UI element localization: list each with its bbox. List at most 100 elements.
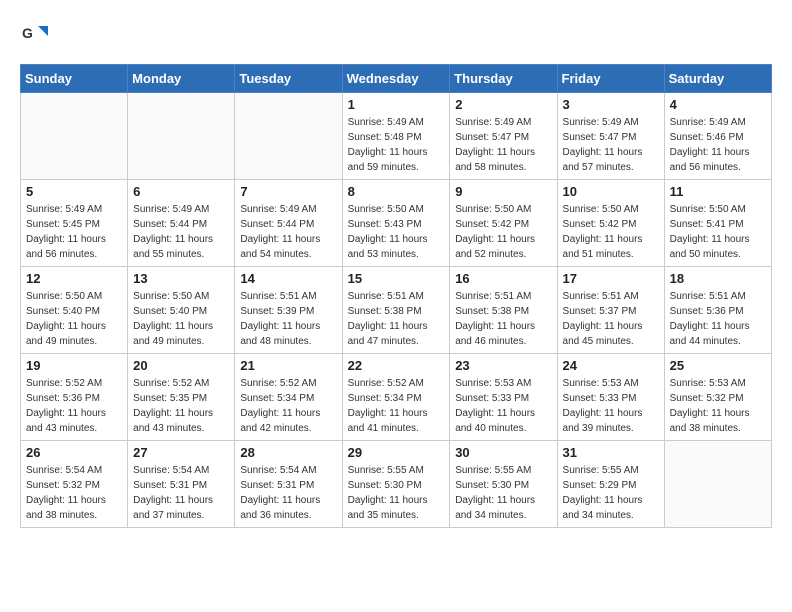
day-number: 1 — [348, 97, 445, 112]
day-info: Sunrise: 5:55 AM Sunset: 5:29 PM Dayligh… — [563, 463, 659, 523]
weekday-header: Monday — [128, 65, 235, 93]
day-number: 8 — [348, 184, 445, 199]
calendar-cell: 10 Sunrise: 5:50 AM Sunset: 5:42 PM Dayli… — [557, 180, 664, 267]
day-number: 21 — [240, 358, 336, 373]
day-info: Sunrise: 5:51 AM Sunset: 5:38 PM Dayligh… — [348, 289, 445, 349]
calendar-cell: 25 Sunrise: 5:53 AM Sunset: 5:32 PM Dayli… — [664, 354, 771, 441]
weekday-header: Friday — [557, 65, 664, 93]
weekday-header: Wednesday — [342, 65, 450, 93]
calendar-cell: 26Sunrise: 5:54 AM Sunset: 5:32 PM Dayli… — [21, 441, 128, 528]
calendar-cell: 28 Sunrise: 5:54 AM Sunset: 5:31 PM Dayli… — [235, 441, 342, 528]
calendar-week-row: 12 Sunrise: 5:50 AM Sunset: 5:40 PM Dayli… — [21, 267, 772, 354]
day-info: Sunrise: 5:51 AM Sunset: 5:36 PM Dayligh… — [670, 289, 766, 349]
day-number: 24 — [563, 358, 659, 373]
weekday-header: Tuesday — [235, 65, 342, 93]
day-number: 10 — [563, 184, 659, 199]
calendar-cell: 23 Sunrise: 5:53 AM Sunset: 5:33 PM Dayli… — [450, 354, 557, 441]
calendar-cell: 14 Sunrise: 5:51 AM Sunset: 5:39 PM Dayli… — [235, 267, 342, 354]
day-number: 2 — [455, 97, 551, 112]
calendar-cell: 13 Sunrise: 5:50 AM Sunset: 5:40 PM Dayli… — [128, 267, 235, 354]
calendar-cell — [664, 441, 771, 528]
day-info: Sunrise: 5:52 AM Sunset: 5:35 PM Dayligh… — [133, 376, 229, 436]
day-number: 22 — [348, 358, 445, 373]
calendar-week-row: 1 Sunrise: 5:49 AM Sunset: 5:48 PM Daylig… — [21, 93, 772, 180]
day-info: Sunrise: 5:52 AM Sunset: 5:34 PM Dayligh… — [348, 376, 445, 436]
day-info: Sunrise: 5:49 AM Sunset: 5:46 PM Dayligh… — [670, 115, 766, 175]
day-number: 13 — [133, 271, 229, 286]
day-info: Sunrise: 5:55 AM Sunset: 5:30 PM Dayligh… — [348, 463, 445, 523]
day-info: Sunrise: 5:53 AM Sunset: 5:33 PM Dayligh… — [563, 376, 659, 436]
calendar-cell: 27 Sunrise: 5:54 AM Sunset: 5:31 PM Dayli… — [128, 441, 235, 528]
day-info: Sunrise: 5:54 AM Sunset: 5:31 PM Dayligh… — [133, 463, 229, 523]
day-info: Sunrise: 5:51 AM Sunset: 5:39 PM Dayligh… — [240, 289, 336, 349]
page-header: G — [20, 20, 772, 48]
day-info: Sunrise: 5:50 AM Sunset: 5:42 PM Dayligh… — [455, 202, 551, 262]
day-number: 28 — [240, 445, 336, 460]
day-info: Sunrise: 5:50 AM Sunset: 5:41 PM Dayligh… — [670, 202, 766, 262]
calendar-cell: 2Sunrise: 5:49 AM Sunset: 5:47 PM Daylig… — [450, 93, 557, 180]
day-info: Sunrise: 5:50 AM Sunset: 5:42 PM Dayligh… — [563, 202, 659, 262]
weekday-header: Thursday — [450, 65, 557, 93]
day-number: 3 — [563, 97, 659, 112]
day-info: Sunrise: 5:53 AM Sunset: 5:32 PM Dayligh… — [670, 376, 766, 436]
day-info: Sunrise: 5:53 AM Sunset: 5:33 PM Dayligh… — [455, 376, 551, 436]
calendar-cell: 24 Sunrise: 5:53 AM Sunset: 5:33 PM Dayli… — [557, 354, 664, 441]
calendar-week-row: 26Sunrise: 5:54 AM Sunset: 5:32 PM Dayli… — [21, 441, 772, 528]
day-info: Sunrise: 5:52 AM Sunset: 5:34 PM Dayligh… — [240, 376, 336, 436]
calendar-cell: 18 Sunrise: 5:51 AM Sunset: 5:36 PM Dayli… — [664, 267, 771, 354]
day-number: 15 — [348, 271, 445, 286]
calendar-cell: 11 Sunrise: 5:50 AM Sunset: 5:41 PM Dayli… — [664, 180, 771, 267]
day-number: 25 — [670, 358, 766, 373]
logo: G — [20, 20, 52, 48]
day-number: 14 — [240, 271, 336, 286]
calendar-cell — [21, 93, 128, 180]
day-info: Sunrise: 5:50 AM Sunset: 5:43 PM Dayligh… — [348, 202, 445, 262]
day-number: 4 — [670, 97, 766, 112]
day-number: 9 — [455, 184, 551, 199]
day-number: 7 — [240, 184, 336, 199]
day-number: 16 — [455, 271, 551, 286]
day-info: Sunrise: 5:54 AM Sunset: 5:31 PM Dayligh… — [240, 463, 336, 523]
calendar-cell: 8 Sunrise: 5:50 AM Sunset: 5:43 PM Daylig… — [342, 180, 450, 267]
calendar-cell — [235, 93, 342, 180]
weekday-header: Saturday — [664, 65, 771, 93]
weekday-header: Sunday — [21, 65, 128, 93]
calendar-cell: 3 Sunrise: 5:49 AM Sunset: 5:47 PM Daylig… — [557, 93, 664, 180]
calendar-cell: 29Sunrise: 5:55 AM Sunset: 5:30 PM Dayli… — [342, 441, 450, 528]
day-info: Sunrise: 5:49 AM Sunset: 5:47 PM Dayligh… — [563, 115, 659, 175]
day-info: Sunrise: 5:52 AM Sunset: 5:36 PM Dayligh… — [26, 376, 122, 436]
day-number: 27 — [133, 445, 229, 460]
calendar-cell: 22 Sunrise: 5:52 AM Sunset: 5:34 PM Dayli… — [342, 354, 450, 441]
calendar-cell: 19 Sunrise: 5:52 AM Sunset: 5:36 PM Dayli… — [21, 354, 128, 441]
day-number: 18 — [670, 271, 766, 286]
calendar-cell: 7Sunrise: 5:49 AM Sunset: 5:44 PM Daylig… — [235, 180, 342, 267]
day-number: 11 — [670, 184, 766, 199]
day-number: 5 — [26, 184, 122, 199]
calendar-cell: 17Sunrise: 5:51 AM Sunset: 5:37 PM Dayli… — [557, 267, 664, 354]
calendar-week-row: 5 Sunrise: 5:49 AM Sunset: 5:45 PM Daylig… — [21, 180, 772, 267]
day-number: 12 — [26, 271, 122, 286]
svg-text:G: G — [22, 25, 33, 41]
day-info: Sunrise: 5:49 AM Sunset: 5:48 PM Dayligh… — [348, 115, 445, 175]
calendar-cell: 4 Sunrise: 5:49 AM Sunset: 5:46 PM Daylig… — [664, 93, 771, 180]
calendar: SundayMondayTuesdayWednesdayThursdayFrid… — [20, 64, 772, 528]
day-info: Sunrise: 5:54 AM Sunset: 5:32 PM Dayligh… — [26, 463, 122, 523]
calendar-cell — [128, 93, 235, 180]
calendar-cell: 21 Sunrise: 5:52 AM Sunset: 5:34 PM Dayli… — [235, 354, 342, 441]
day-info: Sunrise: 5:50 AM Sunset: 5:40 PM Dayligh… — [133, 289, 229, 349]
day-number: 31 — [563, 445, 659, 460]
day-number: 19 — [26, 358, 122, 373]
day-number: 6 — [133, 184, 229, 199]
day-number: 17 — [563, 271, 659, 286]
day-info: Sunrise: 5:49 AM Sunset: 5:45 PM Dayligh… — [26, 202, 122, 262]
calendar-week-row: 19 Sunrise: 5:52 AM Sunset: 5:36 PM Dayli… — [21, 354, 772, 441]
day-info: Sunrise: 5:55 AM Sunset: 5:30 PM Dayligh… — [455, 463, 551, 523]
calendar-cell: 20 Sunrise: 5:52 AM Sunset: 5:35 PM Dayli… — [128, 354, 235, 441]
calendar-cell: 31 Sunrise: 5:55 AM Sunset: 5:29 PM Dayli… — [557, 441, 664, 528]
day-number: 30 — [455, 445, 551, 460]
day-number: 20 — [133, 358, 229, 373]
logo-icon: G — [20, 20, 48, 48]
day-number: 23 — [455, 358, 551, 373]
calendar-cell: 15 Sunrise: 5:51 AM Sunset: 5:38 PM Dayli… — [342, 267, 450, 354]
calendar-cell: 12Sunrise: 5:50 AM Sunset: 5:40 PM Dayli… — [21, 267, 128, 354]
